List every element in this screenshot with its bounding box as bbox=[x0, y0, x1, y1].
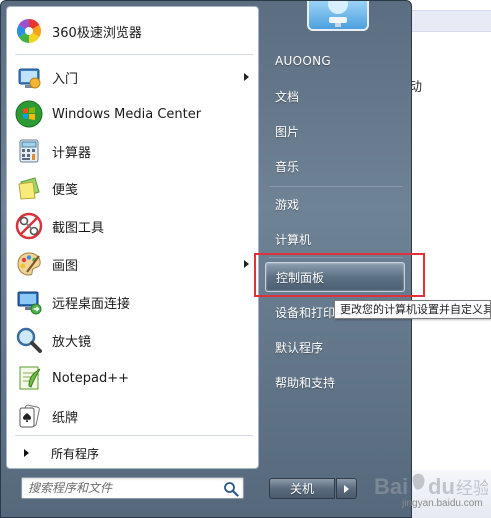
right-item-label: 图片 bbox=[275, 124, 300, 139]
shutdown-label: 关机 bbox=[289, 482, 314, 496]
programs-pane: 360极速浏览器 入门 Windows Media Center 计算器 便笺 … bbox=[6, 6, 259, 469]
browser-360-icon bbox=[14, 16, 44, 46]
all-programs-arrow-icon bbox=[24, 449, 29, 457]
sticky-notes-icon bbox=[14, 173, 44, 203]
windows-media-center-icon bbox=[14, 99, 44, 129]
control-panel-tooltip: 更改您的计算机设置并自定义其功能 bbox=[334, 300, 491, 319]
submenu-arrow-icon[interactable] bbox=[244, 73, 249, 81]
program-label: 计算器 bbox=[52, 145, 92, 161]
chevron-right-icon bbox=[344, 484, 349, 493]
right-item-label: 音乐 bbox=[275, 159, 300, 174]
svg-text:du: du bbox=[428, 474, 455, 499]
pinned-separator bbox=[15, 54, 253, 55]
paint-icon bbox=[14, 249, 44, 279]
program-item-remote-desktop[interactable]: 远程桌面连接 bbox=[10, 284, 255, 320]
shutdown-options-button[interactable] bbox=[336, 478, 357, 499]
right-item-label: 文档 bbox=[275, 89, 300, 104]
right-item-label: 默认程序 bbox=[275, 340, 324, 355]
getting-started-icon bbox=[14, 62, 44, 92]
right-pane-separator bbox=[269, 186, 403, 187]
program-item-notepad-plus-plus[interactable]: Notepad++ bbox=[10, 360, 255, 396]
right-item-games[interactable]: 游戏 bbox=[265, 189, 405, 219]
magnifier-icon bbox=[14, 325, 44, 355]
right-item-label: 游戏 bbox=[275, 197, 300, 212]
search-icon[interactable] bbox=[223, 481, 239, 497]
calculator-icon bbox=[14, 136, 44, 166]
program-label: 纸牌 bbox=[52, 410, 79, 426]
right-item-default-programs[interactable]: 默认程序 bbox=[265, 332, 405, 362]
solitaire-icon bbox=[14, 401, 44, 431]
svg-text:Bai: Bai bbox=[374, 474, 408, 499]
highlight-annotation bbox=[254, 253, 425, 297]
program-label: 便笺 bbox=[52, 182, 79, 198]
submenu-arrow-icon[interactable] bbox=[244, 260, 249, 268]
right-item-help-support[interactable]: 帮助和支持 bbox=[265, 367, 405, 397]
program-item-solitaire[interactable]: 纸牌 bbox=[10, 398, 255, 434]
program-item-paint[interactable]: 画图 bbox=[10, 246, 255, 282]
program-item-getting-started[interactable]: 入门 bbox=[10, 59, 255, 95]
program-label: Windows Media Center bbox=[52, 106, 202, 122]
program-item-snipping-tool[interactable]: 截图工具 bbox=[10, 208, 255, 244]
program-label: 360极速浏览器 bbox=[52, 25, 142, 41]
all-programs-button[interactable]: 所有程序 bbox=[10, 440, 255, 466]
program-item-magnifier[interactable]: 放大镜 bbox=[10, 322, 255, 358]
program-label: 画图 bbox=[52, 258, 79, 274]
right-item-documents[interactable]: 文档 bbox=[265, 81, 405, 111]
program-label: 远程桌面连接 bbox=[52, 296, 131, 312]
shutdown-button[interactable]: 关机 bbox=[269, 478, 335, 499]
user-picture[interactable] bbox=[307, 1, 369, 31]
program-item-windows-media-center[interactable]: Windows Media Center bbox=[10, 96, 255, 132]
all-programs-separator bbox=[15, 435, 253, 436]
right-item-computer[interactable]: 计算机 bbox=[265, 224, 405, 254]
search-input[interactable] bbox=[28, 480, 218, 496]
right-item-label: 计算机 bbox=[275, 232, 312, 247]
all-programs-label: 所有程序 bbox=[51, 446, 100, 461]
program-item-360-browser[interactable]: 360极速浏览器 bbox=[10, 13, 255, 49]
right-item-label: 帮助和支持 bbox=[275, 375, 336, 390]
program-label: 截图工具 bbox=[52, 220, 105, 236]
notepad-plus-plus-icon bbox=[14, 363, 44, 393]
remote-desktop-icon bbox=[14, 287, 44, 317]
svg-text:经验: 经验 bbox=[456, 479, 488, 499]
user-name: AUOONG bbox=[275, 54, 331, 68]
program-label: Notepad++ bbox=[52, 370, 130, 386]
program-item-sticky-notes[interactable]: 便笺 bbox=[10, 170, 255, 206]
snipping-tool-icon bbox=[14, 211, 44, 241]
background-toolbar bbox=[405, 10, 491, 32]
right-item-user-folder[interactable]: AUOONG bbox=[265, 46, 405, 76]
program-label: 入门 bbox=[52, 71, 79, 87]
right-item-music[interactable]: 音乐 bbox=[265, 151, 405, 181]
program-item-calculator[interactable]: 计算器 bbox=[10, 133, 255, 169]
search-box[interactable] bbox=[21, 477, 244, 499]
right-item-pictures[interactable]: 图片 bbox=[265, 116, 405, 146]
watermark-url: jingyan.baidu.com bbox=[402, 498, 483, 509]
program-label: 放大镜 bbox=[52, 334, 92, 350]
